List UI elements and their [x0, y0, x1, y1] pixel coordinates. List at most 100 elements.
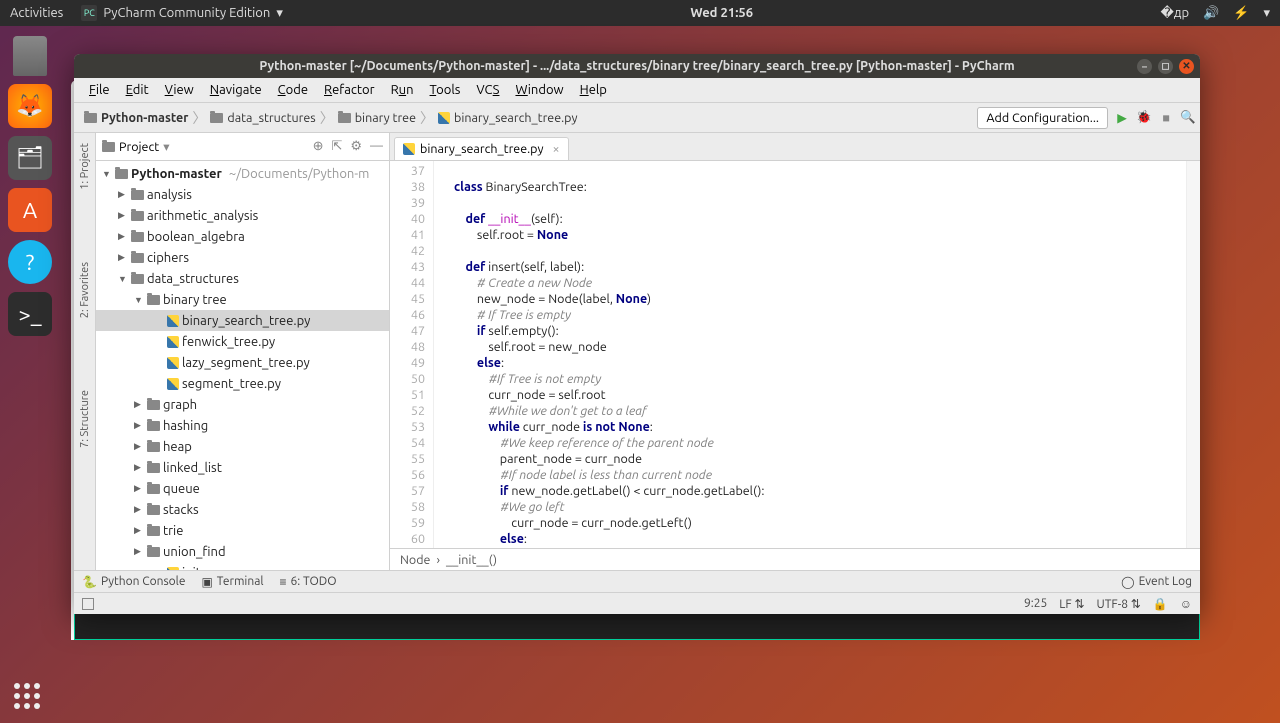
menu-tools[interactable]: Tools — [423, 81, 468, 99]
minimize-button[interactable]: – — [1137, 59, 1152, 74]
firefox-icon[interactable]: 🦊 — [8, 84, 52, 128]
run-icon[interactable]: ▶ — [1114, 110, 1130, 126]
python-console-tab[interactable]: 🐍 Python Console — [82, 575, 185, 589]
target-icon[interactable]: ⊕ — [313, 139, 324, 154]
tree-item[interactable]: ▶ union_find — [96, 541, 389, 562]
tree-item[interactable]: ▶ analysis — [96, 184, 389, 205]
status-bar: 9:25 LF ⇅ UTF-8 ⇅ 🔒 ☺ — [74, 592, 1200, 614]
app-menu[interactable]: PC PyCharm Community Edition ▾ — [81, 5, 283, 21]
close-button[interactable]: ✕ — [1179, 59, 1194, 74]
tree-item[interactable]: ▶ arithmetic_analysis — [96, 205, 389, 226]
folder-icon — [131, 274, 144, 284]
project-tool-tab[interactable]: 1: Project — [77, 137, 93, 196]
folder-icon — [115, 169, 128, 179]
tree-item[interactable]: ▼ binary tree — [96, 289, 389, 310]
favorites-tool-tab[interactable]: 2: Favorites — [77, 256, 93, 324]
folder-icon — [131, 211, 144, 221]
software-icon[interactable]: A — [8, 188, 52, 232]
python-file-icon — [167, 336, 179, 348]
fold-gutter[interactable] — [434, 161, 448, 548]
breadcrumb-item[interactable]: Python-master — [78, 109, 194, 127]
tree-item[interactable]: ▶ stacks — [96, 499, 389, 520]
breadcrumb-item[interactable]: data_structures — [204, 109, 321, 127]
bottom-tool-strip: 🐍 Python Console ▣ Terminal ≡ 6: TODO ◯ … — [74, 570, 1200, 592]
tree-item[interactable]: segment_tree.py — [96, 373, 389, 394]
debug-icon[interactable]: 🐞 — [1136, 110, 1152, 126]
activities-button[interactable]: Activities — [10, 6, 63, 20]
event-log-tab[interactable]: ◯ Event Log — [1121, 575, 1192, 589]
add-configuration-button[interactable]: Add Configuration... — [977, 107, 1108, 129]
tree-item[interactable]: lazy_segment_tree.py — [96, 352, 389, 373]
search-icon[interactable]: 🔍 — [1180, 110, 1196, 126]
tree-item[interactable]: binary_search_tree.py — [96, 310, 389, 331]
folder-icon — [147, 505, 160, 515]
editor-scrollbar[interactable] — [1186, 161, 1200, 548]
stop-icon[interactable]: ■ — [1158, 110, 1174, 126]
tree-item[interactable]: ▼ data_structures — [96, 268, 389, 289]
menu-navigate[interactable]: Navigate — [203, 81, 269, 99]
folder-icon — [147, 526, 160, 536]
menu-run[interactable]: Run — [384, 81, 421, 99]
structure-tool-tab[interactable]: 7: Structure — [77, 384, 93, 454]
titlebar[interactable]: Python-master [~/Documents/Python-master… — [74, 54, 1200, 78]
tree-item[interactable]: ▶ boolean_algebra — [96, 226, 389, 247]
project-tree[interactable]: ▼ Python-master~/Documents/Python-m▶ ana… — [96, 161, 389, 570]
breadcrumb-item[interactable]: binary_search_tree.py — [432, 109, 583, 127]
folder-icon — [147, 400, 160, 410]
tree-item[interactable]: ▶ heap — [96, 436, 389, 457]
tree-item[interactable]: ▶ hashing — [96, 415, 389, 436]
menu-edit[interactable]: Edit — [119, 81, 156, 99]
code-content[interactable]: class BinarySearchTree: def __init__(sel… — [448, 161, 1186, 548]
tree-item[interactable]: ▶ graph — [96, 394, 389, 415]
todo-tab[interactable]: ≡ 6: TODO — [280, 575, 337, 589]
tree-item[interactable]: ▶ queue — [96, 478, 389, 499]
apps-grid-button[interactable] — [14, 683, 40, 709]
hide-icon[interactable]: — — [370, 139, 383, 154]
network-icon[interactable]: �др — [1161, 6, 1190, 21]
menu-view[interactable]: View — [158, 81, 201, 99]
chevron-down-icon[interactable]: ▾ — [163, 139, 169, 154]
tree-item[interactable]: ▼ Python-master~/Documents/Python-m — [96, 163, 389, 184]
gear-icon[interactable]: ⚙ — [350, 139, 362, 154]
terminal-tab[interactable]: ▣ Terminal — [201, 575, 263, 589]
close-tab-icon[interactable]: × — [552, 142, 559, 156]
menu-window[interactable]: Window — [508, 81, 570, 99]
breadcrumb-item[interactable]: binary tree — [332, 109, 422, 127]
editor-tab[interactable]: binary_search_tree.py × — [394, 137, 569, 160]
chevron-down-icon[interactable]: ▾ — [1263, 6, 1270, 21]
line-separator[interactable]: LF ⇅ — [1059, 597, 1084, 611]
clock[interactable]: Wed 21:56 — [690, 6, 753, 20]
help-icon[interactable]: ? — [8, 240, 52, 284]
tree-item[interactable]: ▶ linked_list — [96, 457, 389, 478]
menu-file[interactable]: File — [82, 81, 117, 99]
status-icon[interactable] — [82, 598, 94, 610]
crumb-method[interactable]: __init__() — [446, 553, 497, 567]
menu-code[interactable]: Code — [271, 81, 315, 99]
collapse-icon[interactable]: ⇱ — [331, 139, 342, 154]
trash-icon[interactable] — [13, 36, 47, 76]
navigation-bar: Python-master 〉 data_structures 〉 binary… — [74, 103, 1200, 133]
crumb-class[interactable]: Node — [400, 553, 430, 567]
maximize-button[interactable]: ◻ — [1158, 59, 1173, 74]
tree-item[interactable]: ▶ trie — [96, 520, 389, 541]
menu-refactor[interactable]: Refactor — [317, 81, 382, 99]
caret-position[interactable]: 9:25 — [1024, 597, 1047, 610]
lock-icon[interactable]: 🔒 — [1153, 597, 1168, 611]
menu-vcs[interactable]: VCS — [469, 81, 506, 99]
ubuntu-dock: 🦊 🗂 A ? PC >_ — [0, 26, 60, 723]
tree-item[interactable]: fenwick_tree.py — [96, 331, 389, 352]
tree-item[interactable]: ▶ ciphers — [96, 247, 389, 268]
folder-icon — [147, 295, 160, 305]
inspector-icon[interactable]: ☺ — [1180, 597, 1192, 611]
window-title: Python-master [~/Documents/Python-master… — [259, 59, 1014, 73]
folder-icon — [102, 142, 115, 152]
file-encoding[interactable]: UTF-8 ⇅ — [1097, 597, 1141, 611]
volume-icon[interactable]: 🔊 — [1203, 6, 1219, 21]
code-editor[interactable]: 3738394041424344454647484950515253545556… — [390, 161, 1200, 548]
battery-icon[interactable]: ⚡ — [1233, 6, 1249, 21]
files-icon[interactable]: 🗂 — [8, 136, 52, 180]
tree-item[interactable]: init__.py — [96, 562, 389, 570]
folder-icon — [147, 547, 160, 557]
terminal-icon[interactable]: >_ — [8, 292, 52, 336]
menu-help[interactable]: Help — [573, 81, 614, 99]
